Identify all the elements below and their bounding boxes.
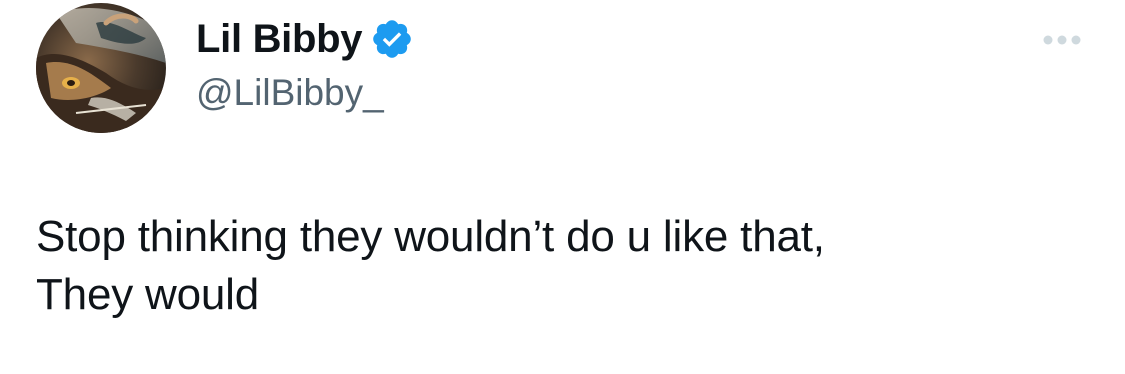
more-horizontal-icon bbox=[1043, 35, 1081, 45]
author-handle[interactable]: @LilBibby_ bbox=[196, 70, 384, 116]
tweet-text: Stop thinking they wouldn’t do u like th… bbox=[36, 212, 825, 319]
author-display-name[interactable]: Lil Bibby bbox=[196, 14, 362, 64]
more-options-button[interactable] bbox=[1032, 20, 1092, 60]
tweet-card[interactable]: Lil Bibby @LilBibby_ Stop thinking they … bbox=[0, 0, 1125, 374]
profile-avatar[interactable] bbox=[36, 3, 166, 133]
avatar-image bbox=[36, 3, 166, 133]
verified-badge-icon[interactable] bbox=[370, 17, 414, 61]
author-name-row: Lil Bibby bbox=[196, 14, 414, 64]
